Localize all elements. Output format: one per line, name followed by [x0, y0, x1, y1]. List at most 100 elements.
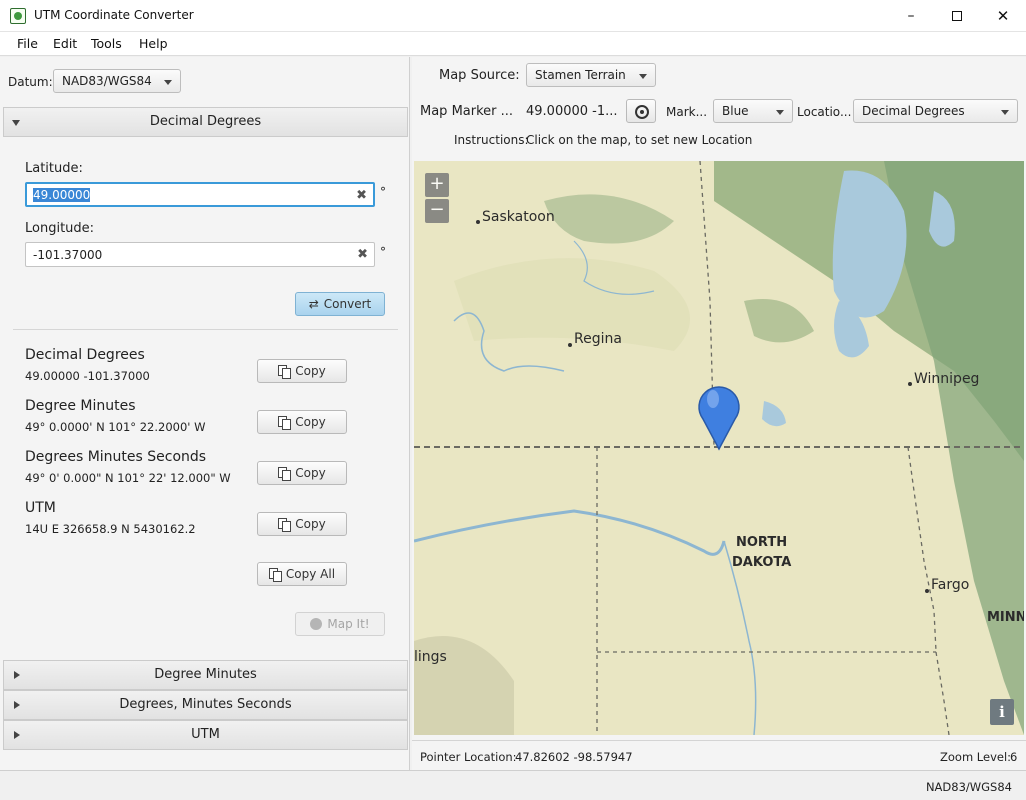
- info-button[interactable]: i: [990, 699, 1014, 725]
- copy-all-label: Copy All: [285, 567, 336, 581]
- section-header-utm[interactable]: UTM: [3, 720, 408, 750]
- chevron-down-icon: [639, 74, 647, 79]
- map-marker-label: Map Marker ...: [420, 104, 514, 119]
- convert-arrows-icon: ⇄: [308, 297, 319, 311]
- zoom-level-label: Zoom Level:: [940, 750, 1012, 764]
- section-title: Decimal Degrees: [149, 114, 262, 129]
- copy-icon: [278, 365, 292, 379]
- minimize-icon: –: [907, 8, 915, 24]
- map-tiles: Saskatoon Regina Winnipeg NORTH DAKOTA F…: [414, 161, 1024, 735]
- copy-label: Copy: [295, 517, 326, 531]
- status-datum: NAD83/WGS84: [925, 780, 1012, 794]
- close-button[interactable]: ✕: [980, 0, 1026, 32]
- copy-icon: [278, 518, 292, 532]
- map-source-select[interactable]: Stamen Terrain: [526, 63, 656, 87]
- latitude-input-value: 49.00000: [33, 188, 91, 202]
- clear-icon[interactable]: ✖: [357, 247, 368, 262]
- map-source-label: Map Source:: [439, 68, 520, 83]
- copy-label: Copy: [295, 415, 326, 429]
- result-title-degree-minutes: Degree Minutes: [25, 398, 136, 414]
- map-it-button[interactable]: Map It!: [295, 612, 385, 636]
- map-label-minn: MINN: [987, 610, 1024, 625]
- degree-symbol: °: [380, 185, 386, 199]
- datum-label: Datum:: [8, 75, 53, 89]
- latitude-label: Latitude:: [25, 161, 83, 176]
- copy-label: Copy: [295, 466, 326, 480]
- maximize-icon: [952, 11, 962, 21]
- globe-icon: [310, 618, 323, 630]
- map-status-line: Pointer Location: 47.82602 -98.57947 Zoo…: [412, 740, 1026, 770]
- zoom-out-button[interactable]: −: [425, 199, 449, 223]
- pointer-location-value: 47.82602 -98.57947: [515, 750, 633, 764]
- copy-decimal-degrees-button[interactable]: Copy: [257, 359, 347, 383]
- copy-all-button[interactable]: Copy All: [257, 562, 347, 586]
- section-header-decimal-degrees[interactable]: Decimal Degrees: [3, 107, 408, 137]
- section-header-degree-minutes[interactable]: Degree Minutes: [3, 660, 408, 690]
- location-format-value: Decimal Degrees: [862, 104, 965, 118]
- marker-color-select[interactable]: Blue: [713, 99, 793, 123]
- map-source-value: Stamen Terrain: [535, 68, 626, 82]
- location-format-select[interactable]: Decimal Degrees: [853, 99, 1018, 123]
- zoom-in-button[interactable]: +: [425, 173, 449, 197]
- map-panel: Map Source: Stamen Terrain Map Marker ..…: [412, 57, 1026, 770]
- decimal-degrees-section: Latitude: 49.00000 ✖ ° Longitude: -101.3…: [3, 137, 408, 657]
- convert-button[interactable]: ⇄ Convert: [295, 292, 385, 316]
- clear-icon[interactable]: ✖: [356, 188, 367, 203]
- marker-color-label: Mark...: [666, 105, 708, 119]
- chevron-down-icon: [164, 80, 172, 85]
- menu-tools[interactable]: Tools: [91, 36, 122, 51]
- copy-utm-button[interactable]: Copy: [257, 512, 347, 536]
- chevron-down-icon: [776, 110, 784, 115]
- minimize-button[interactable]: –: [888, 0, 934, 32]
- copy-degree-minutes-button[interactable]: Copy: [257, 410, 347, 434]
- map-label-lings: lings: [414, 649, 447, 665]
- locate-target-button[interactable]: [626, 99, 656, 123]
- result-title-dms: Degrees Minutes Seconds: [25, 449, 207, 465]
- result-title-utm: UTM: [25, 500, 56, 516]
- collapsed-triangle-icon: [14, 671, 20, 679]
- map-it-label: Map It!: [327, 617, 370, 631]
- copy-label: Copy: [295, 364, 326, 378]
- result-value-utm: 14U E 326658.9 N 5430162.2: [25, 522, 196, 536]
- menu-edit[interactable]: Edit: [53, 36, 77, 51]
- copy-icon: [278, 416, 292, 430]
- section-title: Degrees, Minutes Seconds: [119, 697, 292, 712]
- menu-file[interactable]: File: [17, 36, 38, 51]
- map-view[interactable]: Saskatoon Regina Winnipeg NORTH DAKOTA F…: [414, 161, 1024, 735]
- chevron-down-icon: [1001, 110, 1009, 115]
- latitude-input[interactable]: 49.00000 ✖: [25, 182, 375, 207]
- divider: [13, 329, 398, 330]
- menu-bar: File Edit Tools Help: [0, 32, 1026, 56]
- longitude-input-value: -101.37000: [33, 248, 103, 262]
- datum-select-value: NAD83/WGS84: [62, 74, 152, 88]
- zoom-level-value: 6: [1010, 750, 1018, 764]
- title-bar: UTM Coordinate Converter – ✕: [0, 0, 1026, 32]
- copy-dms-button[interactable]: Copy: [257, 461, 347, 485]
- instructions-label: Instructions:: [454, 133, 529, 147]
- pointer-location-label: Pointer Location:: [420, 750, 517, 764]
- result-value-dms: 49° 0' 0.000" N 101° 22' 12.000" W: [25, 471, 231, 485]
- result-title-decimal-degrees: Decimal Degrees: [25, 347, 145, 363]
- section-title: UTM: [191, 727, 220, 742]
- copy-icon: [268, 568, 282, 582]
- location-format-label: Locatio...: [797, 105, 852, 119]
- map-marker-value: 49.00000 -1...: [526, 104, 618, 119]
- copy-icon: [278, 467, 292, 481]
- convert-button-label: Convert: [323, 297, 372, 311]
- menu-help[interactable]: Help: [139, 36, 168, 51]
- longitude-label: Longitude:: [25, 221, 95, 236]
- map-label-saskatoon: Saskatoon: [482, 209, 555, 225]
- longitude-input[interactable]: -101.37000 ✖: [25, 242, 375, 267]
- collapsed-triangle-icon: [14, 731, 20, 739]
- result-value-degree-minutes: 49° 0.0000' N 101° 22.2000' W: [25, 420, 206, 434]
- datum-select[interactable]: NAD83/WGS84: [53, 69, 181, 93]
- converter-panel: Datum: NAD83/WGS84 Decimal Degrees Latit…: [0, 57, 410, 770]
- section-header-dms[interactable]: Degrees, Minutes Seconds: [3, 690, 408, 720]
- maximize-button[interactable]: [934, 0, 980, 32]
- marker-color-value: Blue: [722, 104, 749, 118]
- map-label-north: NORTH: [736, 535, 787, 550]
- expanded-triangle-icon: [12, 120, 20, 126]
- instructions-text: Click on the map, to set new Location: [526, 133, 753, 147]
- result-value-decimal-degrees: 49.00000 -101.37000: [25, 369, 150, 383]
- window-title: UTM Coordinate Converter: [34, 8, 194, 22]
